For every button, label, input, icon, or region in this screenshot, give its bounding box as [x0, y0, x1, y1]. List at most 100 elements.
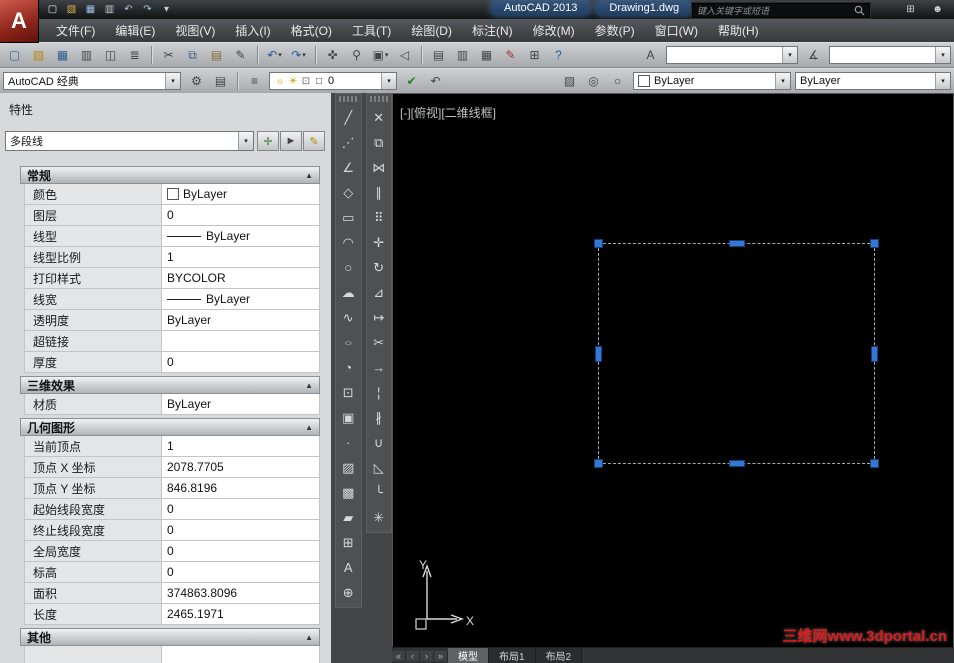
- add-selected-tool-icon[interactable]: ⊕: [337, 580, 359, 605]
- construction-line-tool-icon[interactable]: ⋰: [337, 130, 359, 155]
- object-type-combo[interactable]: 多段线 ▾: [5, 131, 254, 151]
- redo-icon[interactable]: ↷ ▾: [287, 45, 310, 66]
- mirror-tool-icon[interactable]: ⋈: [368, 155, 390, 180]
- arc-tool-icon[interactable]: ◠: [337, 230, 359, 255]
- region-tool-icon[interactable]: ▰: [337, 505, 359, 530]
- menu-item-7[interactable]: 标注(N): [462, 19, 523, 42]
- save-icon[interactable]: ▦: [51, 45, 74, 66]
- collapse-arrow-icon[interactable]: ▲: [305, 171, 313, 180]
- layer-color-icon[interactable]: □: [313, 76, 325, 87]
- toolbar-drag-handle[interactable]: [339, 96, 358, 102]
- cut-icon[interactable]: ✂: [157, 45, 180, 66]
- tab-模型[interactable]: 模型: [448, 648, 489, 663]
- grip-top-left[interactable]: [594, 239, 603, 248]
- section-header-3[interactable]: 其他 ▲: [20, 628, 320, 646]
- menu-item-5[interactable]: 工具(T): [342, 19, 401, 42]
- grip-top-right[interactable]: [870, 239, 879, 248]
- spline-tool-icon[interactable]: ∿: [337, 305, 359, 330]
- menu-item-10[interactable]: 窗口(W): [645, 19, 708, 42]
- chevron-down-icon[interactable]: ▾: [935, 47, 950, 63]
- erase-tool-icon[interactable]: ✕: [368, 105, 390, 130]
- circle-tool-icon[interactable]: ○: [337, 255, 359, 280]
- select-objects-button[interactable]: ►: [280, 131, 302, 151]
- property-value[interactable]: 374863.8096: [162, 583, 320, 604]
- layer-unisolate-icon[interactable]: ○: [606, 71, 629, 92]
- paste-icon[interactable]: ▤: [205, 45, 228, 66]
- property-value[interactable]: ByLayer: [162, 184, 320, 205]
- qat-plot-icon[interactable]: ▥: [101, 2, 118, 17]
- help-icon[interactable]: ?: [547, 45, 570, 66]
- layer-combo[interactable]: ☼ ☀ ⊡ □ 0 ▾: [269, 72, 397, 90]
- menu-item-11[interactable]: 帮助(H): [708, 19, 769, 42]
- new-icon[interactable]: ▢: [3, 45, 26, 66]
- app-menu-button[interactable]: A: [0, 0, 39, 43]
- property-value[interactable]: 846.8196: [162, 478, 320, 499]
- insert-block-tool-icon[interactable]: ⊡: [337, 380, 359, 405]
- property-value[interactable]: 0: [162, 352, 320, 373]
- open-icon[interactable]: ▧: [27, 45, 50, 66]
- quick-select-button[interactable]: ✎: [303, 131, 325, 151]
- extend-tool-icon[interactable]: →: [368, 355, 390, 380]
- tab-nav-last-button[interactable]: »: [434, 650, 448, 661]
- hatch-tool-icon[interactable]: ▨: [337, 455, 359, 480]
- property-value[interactable]: 1: [162, 436, 320, 457]
- copy-tool-icon[interactable]: ⧉: [368, 130, 390, 155]
- match-properties-icon[interactable]: ✎: [229, 45, 252, 66]
- plot-icon[interactable]: ▥: [75, 45, 98, 66]
- qat-save-icon[interactable]: ▦: [82, 2, 99, 17]
- color-combo[interactable]: ByLayer ▾: [633, 72, 791, 90]
- menu-item-2[interactable]: 视图(V): [165, 19, 225, 42]
- workspace-combo[interactable]: AutoCAD 经典 ▾: [3, 72, 181, 90]
- property-value[interactable]: 0: [162, 520, 320, 541]
- grip-right-mid[interactable]: [871, 345, 878, 362]
- qat-undo-icon[interactable]: ↶: [120, 2, 137, 17]
- ellipse-tool-icon[interactable]: ○: [337, 330, 359, 355]
- chamfer-tool-icon[interactable]: ◺: [368, 455, 390, 480]
- grip-bottom-mid[interactable]: [728, 460, 745, 467]
- toolbar-drag-handle[interactable]: [369, 96, 388, 102]
- polygon-tool-icon[interactable]: ◇: [337, 180, 359, 205]
- tab-nav-first-button[interactable]: «: [392, 650, 406, 661]
- make-block-tool-icon[interactable]: ▣: [337, 405, 359, 430]
- text-style-icon[interactable]: A: [639, 45, 662, 66]
- property-value[interactable]: [162, 646, 320, 663]
- layer-previous-icon[interactable]: ↶: [424, 71, 447, 92]
- toggle-pickadd-button[interactable]: ✛: [257, 131, 279, 151]
- chevron-down-icon[interactable]: ▾: [165, 73, 180, 89]
- grip-bottom-left[interactable]: [594, 459, 603, 468]
- property-value[interactable]: 2078.7705: [162, 457, 320, 478]
- point-tool-icon[interactable]: ·: [337, 430, 359, 455]
- offset-tool-icon[interactable]: ∥: [368, 180, 390, 205]
- qat-open-icon[interactable]: ▧: [63, 2, 80, 17]
- linetype-combo[interactable]: ByLayer ▾: [795, 72, 951, 90]
- rectangle-tool-icon[interactable]: ▭: [337, 205, 359, 230]
- tab-nav-prev-button[interactable]: ‹: [406, 650, 420, 661]
- text-style-combo[interactable]: ▾: [666, 46, 798, 64]
- tab-布局1[interactable]: 布局1: [489, 648, 536, 663]
- quickcalc-icon[interactable]: ⊞: [523, 45, 546, 66]
- polyline-tool-icon[interactable]: ∠: [337, 155, 359, 180]
- join-tool-icon[interactable]: ∪: [368, 430, 390, 455]
- section-header-0[interactable]: 常规 ▲: [20, 166, 320, 184]
- property-value[interactable]: ByLayer: [162, 310, 320, 331]
- tab-nav-next-button[interactable]: ›: [420, 650, 434, 661]
- menu-item-8[interactable]: 修改(M): [523, 19, 585, 42]
- line-tool-icon[interactable]: ╱: [337, 105, 359, 130]
- chevron-down-icon[interactable]: ▾: [775, 73, 790, 89]
- workspace-settings-icon[interactable]: ⚙: [185, 71, 208, 92]
- properties-palette-icon[interactable]: ▤: [427, 45, 450, 66]
- qat-customize-icon[interactable]: ▾: [158, 2, 175, 17]
- zoom-realtime-icon[interactable]: ⚲: [345, 45, 368, 66]
- exchange-apps-icon[interactable]: ⊞: [902, 2, 919, 17]
- menu-item-6[interactable]: 绘图(D): [401, 19, 462, 42]
- publish-icon[interactable]: ≣: [123, 45, 146, 66]
- ellipse-arc-tool-icon[interactable]: ◔: [337, 355, 359, 380]
- mtext-tool-icon[interactable]: A: [337, 555, 359, 580]
- zoom-window-icon[interactable]: ▣ ▾: [369, 45, 392, 66]
- collapse-arrow-icon[interactable]: ▲: [305, 381, 313, 390]
- chevron-down-icon[interactable]: ▾: [935, 73, 950, 89]
- scale-tool-icon[interactable]: ⊿: [368, 280, 390, 305]
- property-value[interactable]: ByLayer: [162, 289, 320, 310]
- sign-in-icon[interactable]: ☻: [929, 2, 946, 17]
- fillet-tool-icon[interactable]: ╰: [368, 480, 390, 505]
